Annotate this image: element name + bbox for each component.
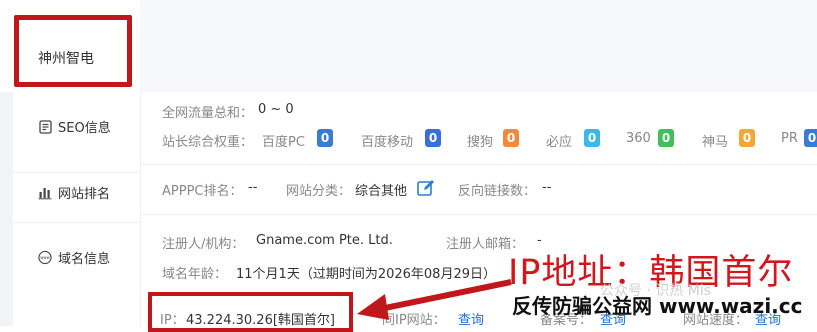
row-divider [140, 214, 817, 215]
svg-text:www: www [40, 255, 50, 260]
category-value: 综合其他 [355, 184, 408, 199]
engine-name-baidu-mobile: 百度移动 [361, 135, 414, 150]
backlinks-label: 反向链接数： [458, 184, 537, 199]
category-label: 网站分类： [286, 184, 352, 199]
registrant-label: 注册人/机构： [162, 237, 245, 252]
sidebar-item-label: SEO信息 [58, 121, 111, 136]
weight-badge-360: 0 [658, 129, 674, 147]
header-right-panel [140, 0, 817, 92]
weight-label: 站长综合权重： [162, 135, 254, 150]
sidebar-item-rank[interactable]: 网站排名 [38, 183, 110, 202]
weight-badge-bing: 0 [584, 129, 600, 147]
engine-name-bing: 必应 [546, 135, 573, 150]
weight-badge-baidu-mobile: 0 [425, 129, 441, 147]
pointer-arrow-icon [357, 279, 512, 320]
weight-badge-pr: 0 [804, 129, 817, 147]
bar-chart-icon [38, 186, 52, 200]
engine-name-shenma: 神马 [702, 135, 729, 150]
www-globe-icon: www [38, 250, 52, 265]
weight-badge-sogou: 0 [503, 129, 519, 147]
title-highlight-box [14, 15, 132, 87]
left-gutter [0, 92, 13, 326]
backlinks-value: -- [542, 180, 552, 195]
traffic-value: 0 ~ 0 [258, 102, 294, 117]
site-credit-watermark: 反传防骗公益网 www.wazi.cc [512, 294, 803, 318]
weight-badge-shenma: 0 [739, 129, 755, 147]
apppc-rank-value: -- [248, 180, 258, 195]
weight-badge-baidu-pc: 0 [317, 129, 333, 147]
engine-name-baidu-pc: 百度PC [262, 135, 305, 150]
ip-highlight-box [148, 292, 353, 332]
apppc-rank-label: APPPC排名： [162, 184, 243, 199]
domain-age-label: 域名年龄： [162, 267, 228, 282]
engine-name-360: 360 [626, 131, 651, 146]
sidebar-item-seo[interactable]: SEO信息 [38, 117, 111, 136]
engine-name-pr: PR [781, 131, 798, 146]
registrant-value: Gname.com Pte. Ltd. [256, 233, 393, 248]
sidebar-item-domain[interactable]: www 域名信息 [38, 248, 110, 267]
engine-name-sogou: 搜狗 [467, 135, 494, 150]
sidebar-divider [13, 172, 140, 173]
sidebar-divider [13, 222, 140, 223]
row-divider [140, 164, 817, 165]
document-icon [38, 119, 52, 134]
sidebar-item-label: 网站排名 [58, 187, 111, 202]
edit-icon[interactable] [416, 178, 436, 198]
traffic-label: 全网流量总和： [162, 106, 254, 121]
sidebar-item-label: 域名信息 [58, 252, 111, 267]
